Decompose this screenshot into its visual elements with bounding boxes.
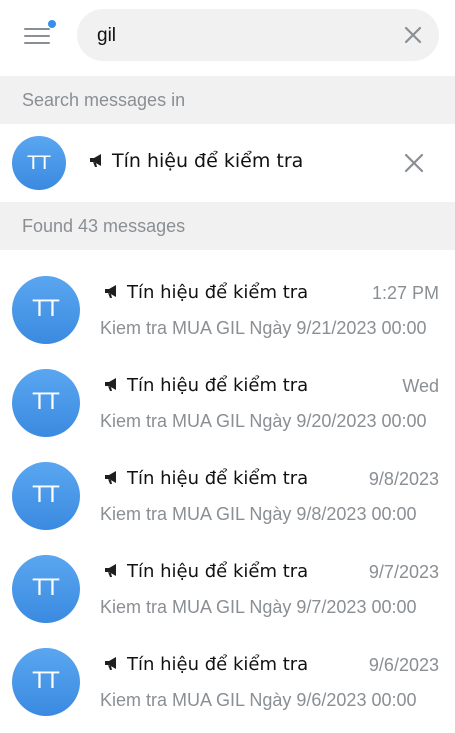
result-title: Tín hiệu để kiểm tra (103, 282, 308, 303)
chat-title-text: Tín hiệu để kiểm tra (112, 150, 304, 172)
search-top-bar (0, 0, 455, 76)
result-preview: Kiem tra MUA GIL Ngày 9/6/2023 00:00 (100, 690, 417, 710)
megaphone-icon (103, 562, 123, 578)
avatar: TT (12, 369, 80, 437)
chat-title: Tín hiệu để kiểm tra (88, 150, 303, 172)
result-time: 9/6/2023 (368, 655, 439, 675)
result-title: Tín hiệu để kiểm tra (103, 654, 308, 675)
result-time: 9/7/2023 (368, 562, 439, 582)
result-title: Tín hiệu để kiểm tra (103, 375, 308, 396)
avatar: TT (12, 462, 80, 530)
list-item[interactable]: TT Tín hiệu để kiểm tra 9/8/2023 Kiem tr… (0, 454, 455, 547)
result-time: Wed (402, 376, 439, 396)
avatar: TT (12, 555, 80, 623)
megaphone-icon (103, 376, 123, 392)
result-preview: Kiem tra MUA GIL Ngày 9/20/2023 00:00 (100, 411, 427, 431)
search-input[interactable] (95, 9, 389, 63)
search-field[interactable] (77, 9, 439, 63)
result-time: 1:27 PM (371, 283, 439, 303)
close-icon (404, 26, 422, 44)
search-scope-chat[interactable]: TT Tín hiệu để kiểm tra (0, 124, 455, 202)
result-title: Tín hiệu để kiểm tra (103, 468, 308, 489)
megaphone-icon (103, 283, 123, 299)
avatar: TT (12, 648, 80, 716)
result-title-text: Tín hiệu để kiểm tra (127, 561, 309, 582)
megaphone-icon (103, 469, 123, 485)
result-time: 9/8/2023 (368, 469, 439, 489)
result-preview: Kiem tra MUA GIL Ngày 9/21/2023 00:00 (100, 318, 427, 338)
result-title: Tín hiệu để kiểm tra (103, 561, 308, 582)
menu-button[interactable] (22, 20, 56, 48)
result-preview: Kiem tra MUA GIL Ngày 9/8/2023 00:00 (100, 504, 417, 524)
list-item[interactable]: TT Tín hiệu để kiểm tra 1:27 PM Kiem tra… (0, 268, 455, 361)
results-count-header: Found 43 messages (0, 202, 455, 250)
clear-search-button[interactable] (402, 24, 424, 46)
result-preview: Kiem tra MUA GIL Ngày 9/7/2023 00:00 (100, 597, 417, 617)
close-icon (404, 153, 424, 173)
avatar: TT (12, 276, 80, 344)
list-item[interactable]: TT Tín hiệu để kiểm tra 9/7/2023 Kiem tr… (0, 547, 455, 640)
list-item[interactable]: TT Tín hiệu để kiểm tra 9/6/2023 Kiem tr… (0, 640, 455, 733)
result-title-text: Tín hiệu để kiểm tra (127, 375, 309, 396)
result-title-text: Tín hiệu để kiểm tra (127, 468, 309, 489)
remove-scope-button[interactable] (403, 152, 425, 174)
unread-indicator-dot (48, 20, 56, 28)
result-title-text: Tín hiệu để kiểm tra (127, 654, 309, 675)
list-item[interactable]: TT Tín hiệu để kiểm tra Wed Kiem tra MUA… (0, 361, 455, 454)
megaphone-icon (103, 655, 123, 671)
search-in-header: Search messages in (0, 76, 455, 124)
search-results-list: TT Tín hiệu để kiểm tra 1:27 PM Kiem tra… (0, 268, 455, 733)
megaphone-icon (88, 152, 108, 168)
result-title-text: Tín hiệu để kiểm tra (127, 282, 309, 303)
avatar: TT (12, 136, 66, 190)
